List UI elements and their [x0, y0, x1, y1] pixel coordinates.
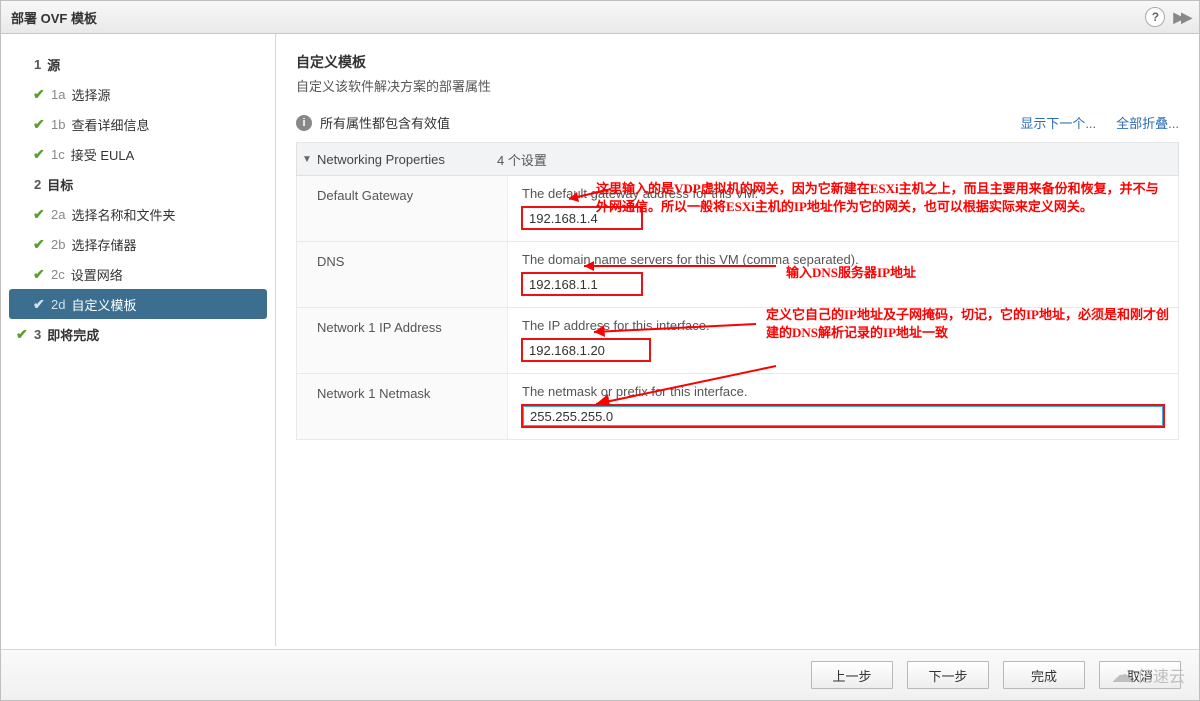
- nav-section-1-label: 源: [47, 55, 60, 74]
- prop-desc: The IP address for this interface.: [522, 318, 1164, 333]
- wizard-main: 自定义模板 自定义该软件解决方案的部署属性 i 所有属性都包含有效值 显示下一个…: [276, 34, 1199, 646]
- dns-input[interactable]: [522, 273, 642, 295]
- nav-item-2d[interactable]: ✔2d自定义模板: [9, 289, 267, 319]
- dialog-title: 部署 OVF 模板: [11, 8, 97, 27]
- section-label: Networking Properties: [317, 152, 477, 167]
- page-subtitle: 自定义该软件解决方案的部署属性: [296, 76, 1179, 95]
- nav-section-3-label: 即将完成: [47, 325, 99, 344]
- nav-item-1c[interactable]: ✔1c接受 EULA: [1, 139, 275, 169]
- nav-section-3[interactable]: ✔3 即将完成: [1, 319, 275, 349]
- nav-item-2c[interactable]: ✔2c设置网络: [1, 259, 275, 289]
- nav-item-1a[interactable]: ✔1a选择源: [1, 79, 275, 109]
- prop-desc: The domain name servers for this VM (com…: [522, 252, 1164, 267]
- prop-default-gateway: Default Gateway The default gateway addr…: [296, 176, 1179, 242]
- nav-section-2-label: 目标: [47, 175, 73, 194]
- back-button[interactable]: 上一步: [811, 661, 893, 689]
- section-header[interactable]: ▼ Networking Properties 4 个设置: [296, 143, 1179, 176]
- page-title: 自定义模板: [296, 52, 1179, 72]
- nav-item-1b[interactable]: ✔1b查看详细信息: [1, 109, 275, 139]
- forward-icon[interactable]: ▶▶: [1173, 9, 1189, 26]
- ovf-deploy-dialog: 部署 OVF 模板 ? ▶▶ 1 源 ✔1a选择源 ✔1b查看详细信息 ✔1c接…: [0, 0, 1200, 701]
- prop-label: Network 1 Netmask: [297, 374, 508, 439]
- nav-section-1[interactable]: 1 源: [1, 49, 275, 79]
- help-icon[interactable]: ?: [1145, 7, 1165, 27]
- show-next-link[interactable]: 显示下一个...: [1020, 113, 1096, 132]
- status-row: i 所有属性都包含有效值 显示下一个... 全部折叠...: [296, 113, 1179, 143]
- nav-item-2a[interactable]: ✔2a选择名称和文件夹: [1, 199, 275, 229]
- wizard-nav: 1 源 ✔1a选择源 ✔1b查看详细信息 ✔1c接受 EULA 2 目标 ✔2a…: [1, 34, 276, 646]
- gateway-input[interactable]: [522, 207, 642, 229]
- prop-label: DNS: [297, 242, 508, 307]
- dialog-footer: 上一步 下一步 完成 取消: [1, 649, 1199, 700]
- titlebar: 部署 OVF 模板 ? ▶▶: [1, 1, 1199, 34]
- section-count: 4 个设置: [477, 150, 547, 169]
- prop-desc: The default gateway address for this VM.: [522, 186, 1164, 201]
- cancel-button[interactable]: 取消: [1099, 661, 1181, 689]
- finish-button[interactable]: 完成: [1003, 661, 1085, 689]
- prop-label: Network 1 IP Address: [297, 308, 508, 373]
- next-button[interactable]: 下一步: [907, 661, 989, 689]
- prop-label: Default Gateway: [297, 176, 508, 241]
- nav-item-2b[interactable]: ✔2b选择存储器: [1, 229, 275, 259]
- prop-dns: DNS The domain name servers for this VM …: [296, 242, 1179, 308]
- status-text: 所有属性都包含有效值: [320, 113, 450, 132]
- prop-ip: Network 1 IP Address The IP address for …: [296, 308, 1179, 374]
- info-icon: i: [296, 115, 312, 131]
- collapse-all-link[interactable]: 全部折叠...: [1116, 113, 1179, 132]
- ip-input[interactable]: [522, 339, 650, 361]
- caret-down-icon: ▼: [297, 154, 317, 165]
- nav-section-2[interactable]: 2 目标: [1, 169, 275, 199]
- prop-netmask: Network 1 Netmask The netmask or prefix …: [296, 374, 1179, 440]
- netmask-input[interactable]: [522, 405, 1164, 427]
- prop-desc: The netmask or prefix for this interface…: [522, 384, 1164, 399]
